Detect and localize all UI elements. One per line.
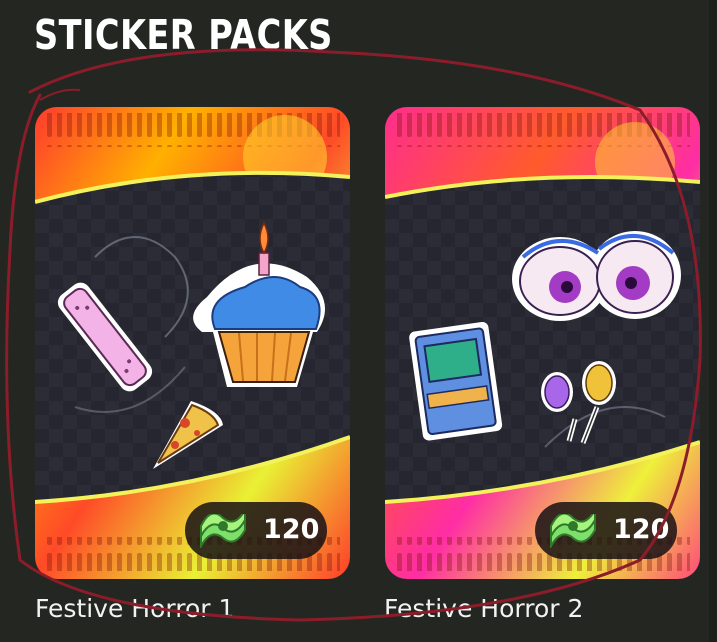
price-value: 120 xyxy=(263,514,320,545)
section-title: STICKER PACKS xyxy=(34,11,333,59)
sticker-pack-card-1[interactable]: 120 xyxy=(35,107,350,579)
cash-icon xyxy=(550,514,596,548)
arcade-sticker-icon xyxy=(409,322,503,441)
price-badge: 120 xyxy=(535,502,677,559)
price-value: 120 xyxy=(613,514,670,545)
pack-name-2[interactable]: Festive Horror 2 xyxy=(384,592,583,626)
price-badge: 120 xyxy=(185,502,327,559)
panel-edge xyxy=(709,0,717,642)
pack-name-1[interactable]: Festive Horror 1 xyxy=(35,592,234,626)
sticker-pack-card-2[interactable]: 120 xyxy=(385,107,700,579)
cash-icon xyxy=(200,514,246,548)
